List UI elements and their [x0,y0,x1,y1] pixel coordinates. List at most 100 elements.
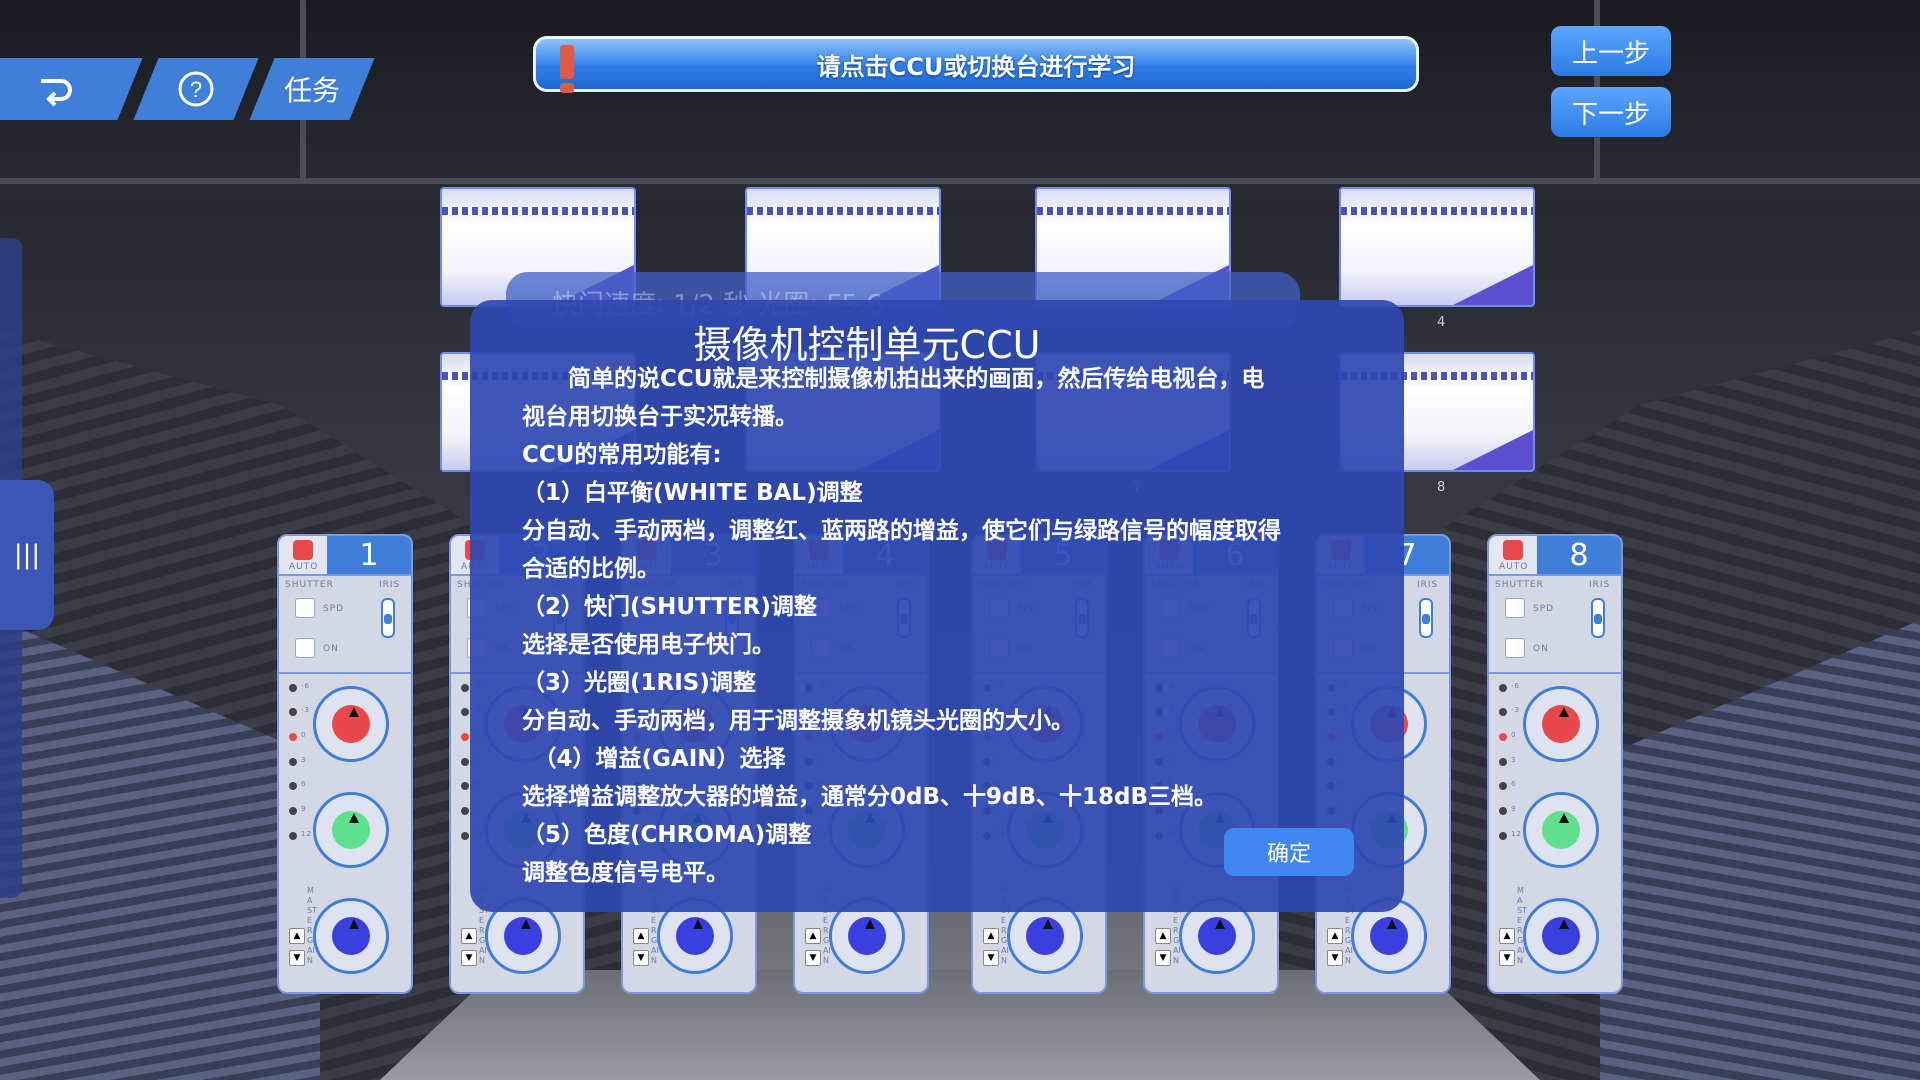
on-label: ON [323,644,339,654]
gain-scale-label: 6 [301,780,307,788]
down-arrow-icon[interactable]: ▼ [983,950,999,966]
confirm-button[interactable]: 确定 [1224,828,1354,876]
down-arrow-icon[interactable]: ▼ [633,950,649,966]
dialog-line: 选择增益调整放大器的增益，通常分0dB、十9dB、十18dB三档。 [522,784,1217,810]
gain-indicator-dot [1499,807,1507,815]
red-gain-knob[interactable] [1523,686,1599,762]
up-arrow-icon[interactable]: ▲ [983,928,999,944]
return-arrow-icon [35,69,75,109]
auto-button[interactable] [1503,540,1523,560]
knob-pointer-icon [1043,919,1053,929]
up-arrow-icon[interactable]: ▲ [1499,928,1515,944]
up-arrow-icon[interactable]: ▲ [633,928,649,944]
svg-text:?: ? [190,77,202,102]
gain-scale-label: 0 [301,731,307,739]
gain-scale-label: -3 [301,706,310,714]
on-checkbox[interactable] [1505,638,1525,658]
gain-scale-label: -6 [1511,682,1520,690]
instruction-banner: 请点击CCU或切换台进行学习 [533,36,1419,93]
gain-indicator-dot [1499,758,1507,766]
ceiling-beam [0,178,1920,184]
blue-gain-knob[interactable] [313,898,389,974]
gain-indicator-dot [461,758,469,766]
gain-indicator-dot [289,807,297,815]
auto-button[interactable] [293,540,313,560]
master-gain-label: MASTER GAIN [307,886,317,965]
knob-pointer-icon [1559,919,1569,929]
up-arrow-icon[interactable]: ▲ [1327,928,1343,944]
shutter-label: SHUTTER [1495,580,1544,590]
gain-indicator-dot [1499,733,1507,741]
divider [1489,672,1621,674]
gain-indicator-dot [289,758,297,766]
next-step-button[interactable]: 下一步 [1551,87,1671,137]
monitor-number: 4 [1437,315,1446,330]
iris-slider[interactable] [1591,598,1605,638]
back-button[interactable] [0,58,143,120]
dialog-line: （3）光圈(1RIS)调整 [522,670,756,696]
iris-label: IRIS [1417,580,1439,590]
up-arrow-icon[interactable]: ▲ [461,928,477,944]
monitor-number: 8 [1437,480,1446,495]
red-gain-knob[interactable] [313,686,389,762]
dialog-line: 简单的说CCU就是来控制摄像机拍出来的画面，然后传给电视台，电 [522,366,1265,392]
gain-indicator-dot [461,708,469,716]
gain-indicator-dot [1499,832,1507,840]
gain-indicator-dot [289,708,297,716]
down-arrow-icon[interactable]: ▼ [1499,950,1515,966]
green-gain-knob[interactable] [313,792,389,868]
gain-indicator-dot [461,807,469,815]
auto-label: AUTO [1499,562,1529,572]
dialog-line: CCU的常用功能有: [522,442,722,468]
up-arrow-icon[interactable]: ▲ [289,928,305,944]
divider [279,672,411,674]
knob-pointer-icon [1387,919,1397,929]
up-arrow-icon[interactable]: ▲ [805,928,821,944]
task-label: 任务 [283,74,340,107]
dialog-line: （1）白平衡(WHITE BAL)调整 [522,480,863,506]
side-menu-tab[interactable]: ||| [0,480,54,630]
question-icon: ? [177,70,215,108]
ccu-info-dialog: 摄像机控制单元CCU 简单的说CCU就是来控制摄像机拍出来的画面，然后传给电视台… [470,300,1404,912]
iris-slider[interactable] [1419,598,1433,638]
down-arrow-icon[interactable]: ▼ [1327,950,1343,966]
knob-pointer-icon [1559,813,1569,823]
gain-scale-label: -3 [1511,706,1520,714]
ccu-number: 8 [1537,536,1621,574]
down-arrow-icon[interactable]: ▼ [289,950,305,966]
ccu-number: 1 [327,536,411,574]
dialog-line: 合适的比例。 [522,556,660,582]
spd-checkbox[interactable] [1505,598,1525,618]
gain-indicator-dot [289,782,297,790]
down-arrow-icon[interactable]: ▼ [461,950,477,966]
gain-scale-label: 12 [301,830,312,838]
spd-checkbox[interactable] [295,598,315,618]
gain-scale-label: 9 [1511,805,1517,813]
dialog-line: 选择是否使用电子快门。 [522,632,775,658]
gain-indicator-dot [1499,684,1507,692]
gain-scale-label: 3 [1511,756,1517,764]
on-label: ON [1533,644,1549,654]
divider [279,574,411,576]
auto-label: AUTO [289,562,319,572]
gain-scale-label: -6 [301,682,310,690]
gain-indicator-dot [461,684,469,692]
down-arrow-icon[interactable]: ▼ [1155,950,1171,966]
gain-indicator-dot [289,684,297,692]
spd-label: SPD [323,604,345,614]
knob-pointer-icon [349,813,359,823]
knob-pointer-icon [1215,919,1225,929]
monitor-thumbnail-4[interactable] [1339,187,1535,307]
down-arrow-icon[interactable]: ▼ [805,950,821,966]
up-arrow-icon[interactable]: ▲ [1155,928,1171,944]
blue-gain-knob[interactable] [1523,898,1599,974]
on-checkbox[interactable] [295,638,315,658]
iris-slider[interactable] [381,598,395,638]
prev-step-button[interactable]: 上一步 [1551,26,1671,76]
green-gain-knob[interactable] [1523,792,1599,868]
knob-pointer-icon [349,919,359,929]
ccu-panel: AUTO 8 SHUTTER IRIS SPD ON -6 -3 0 3 6 9 12 MASTER GA… [1487,534,1623,994]
gain-scale-label: 12 [1511,830,1522,838]
menu-bars-icon: ||| [13,540,41,570]
gain-indicator-dot [1499,782,1507,790]
